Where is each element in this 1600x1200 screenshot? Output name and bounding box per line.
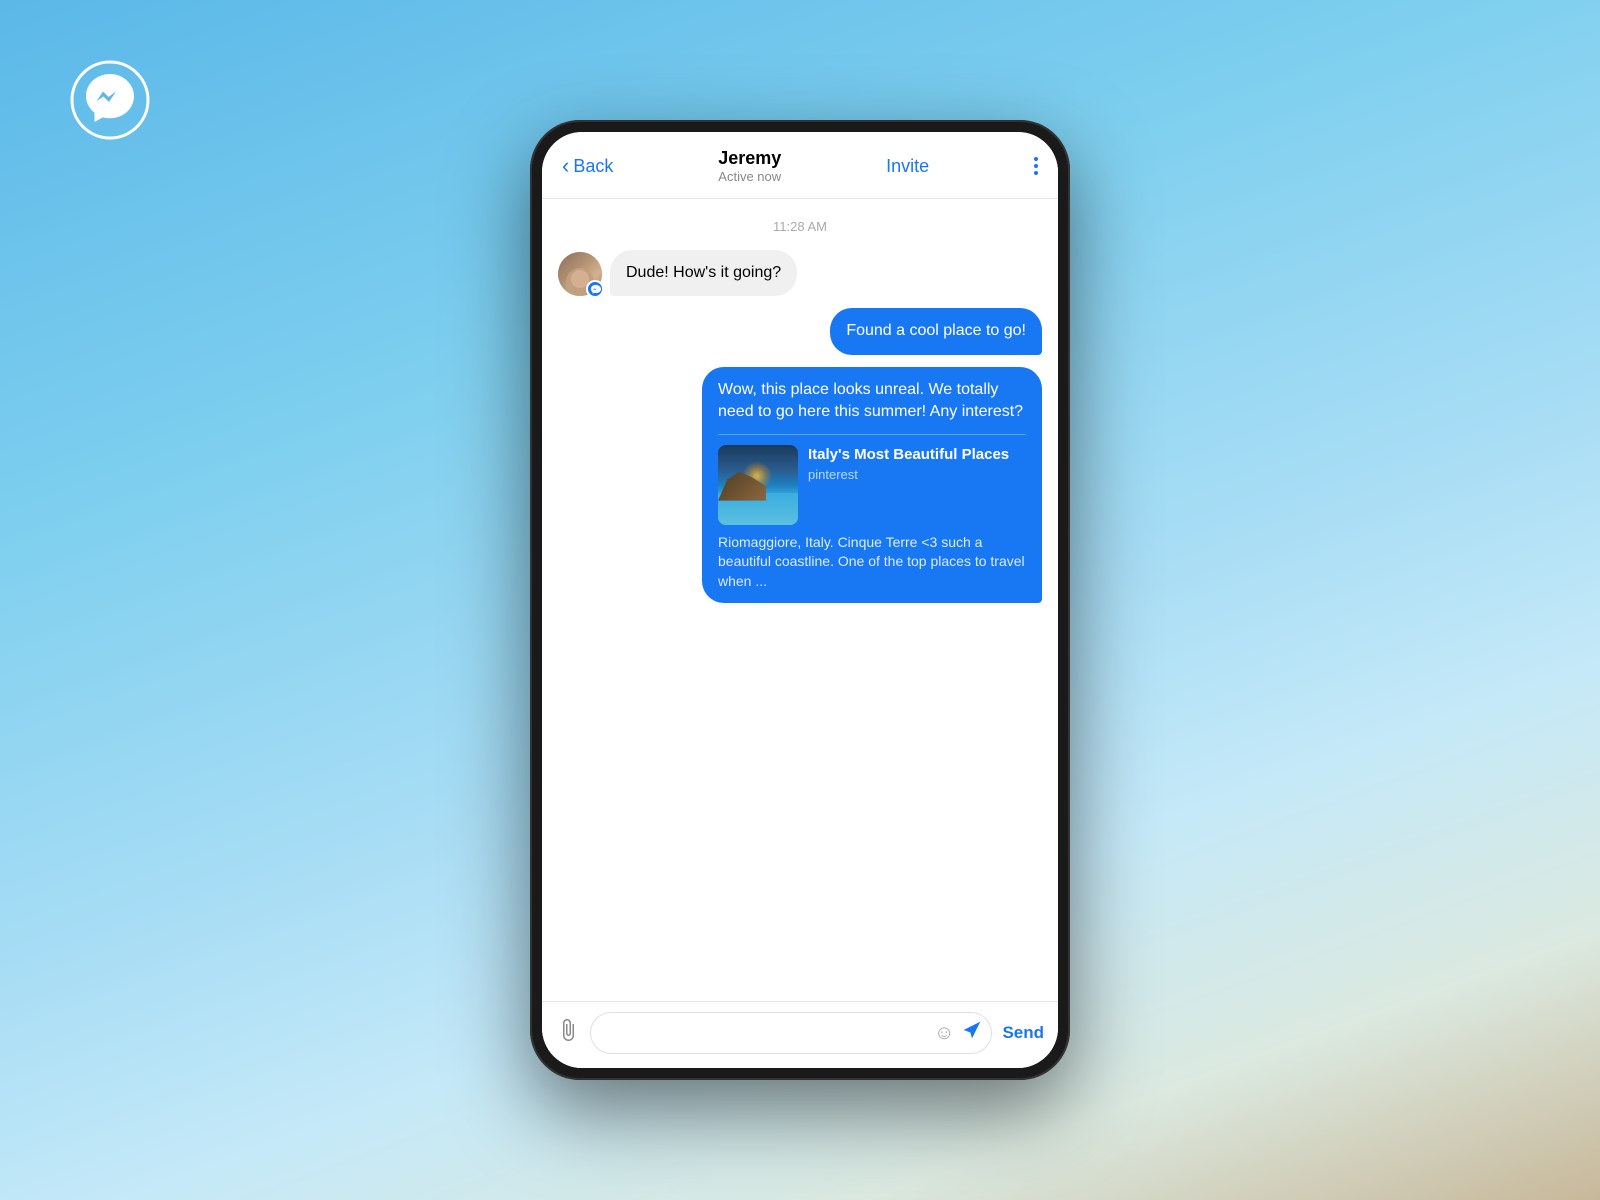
phone-frame: ‹ Back Jeremy Active now Invite 11:28 AM bbox=[530, 120, 1070, 1080]
more-dot-3 bbox=[1034, 171, 1038, 175]
outgoing-message-2-text: Wow, this place looks unreal. We totally… bbox=[718, 381, 1023, 420]
send-button[interactable]: Send bbox=[1002, 1023, 1044, 1043]
send-icon[interactable] bbox=[962, 1020, 982, 1046]
back-button[interactable]: ‹ Back bbox=[562, 155, 613, 177]
messenger-badge bbox=[586, 280, 604, 298]
message-timestamp: 11:28 AM bbox=[558, 219, 1042, 234]
avatar bbox=[558, 252, 602, 296]
rich-link-image bbox=[718, 445, 798, 525]
outgoing-message-row-1: Found a cool place to go! bbox=[558, 308, 1042, 354]
light-glow bbox=[742, 461, 772, 491]
rich-link-description: Riomaggiore, Italy. Cinque Terre <3 such… bbox=[718, 533, 1026, 592]
outgoing-bubble-1: Found a cool place to go! bbox=[830, 308, 1042, 354]
chat-header: ‹ Back Jeremy Active now Invite bbox=[542, 132, 1058, 199]
more-options-button[interactable] bbox=[1034, 157, 1038, 175]
italy-photo bbox=[718, 445, 798, 525]
input-bar: ☺ Send bbox=[542, 1001, 1058, 1068]
incoming-message-row: Dude! How's it going? bbox=[558, 250, 1042, 296]
contact-status: Active now bbox=[718, 169, 781, 184]
phone-container: ‹ Back Jeremy Active now Invite 11:28 AM bbox=[530, 120, 1070, 1080]
messenger-app-icon bbox=[70, 60, 150, 140]
back-chevron-icon: ‹ bbox=[562, 155, 569, 177]
outgoing-message-row-2: Wow, this place looks unreal. We totally… bbox=[558, 367, 1042, 604]
incoming-message-1-text: Dude! How's it going? bbox=[626, 264, 781, 281]
rich-link-card[interactable]: Italy's Most Beautiful Places pinterest bbox=[718, 434, 1026, 525]
rich-link-text-content: Italy's Most Beautiful Places pinterest bbox=[808, 445, 1026, 485]
more-dot-2 bbox=[1034, 164, 1038, 168]
message-input-wrap: ☺ bbox=[590, 1012, 992, 1054]
outgoing-bubble-2: Wow, this place looks unreal. We totally… bbox=[702, 367, 1042, 604]
rich-link-source: pinterest bbox=[808, 466, 1026, 484]
emoji-icon[interactable]: ☺ bbox=[934, 1022, 954, 1045]
input-icon-group: ☺ bbox=[934, 1020, 982, 1046]
contact-name: Jeremy bbox=[718, 148, 781, 169]
incoming-bubble-1: Dude! How's it going? bbox=[610, 250, 797, 296]
phone-screen: ‹ Back Jeremy Active now Invite 11:28 AM bbox=[542, 132, 1058, 1068]
more-dot-1 bbox=[1034, 157, 1038, 161]
attach-button[interactable] bbox=[556, 1018, 580, 1048]
message-input[interactable] bbox=[590, 1012, 992, 1054]
rich-link-title: Italy's Most Beautiful Places bbox=[808, 445, 1026, 465]
invite-button[interactable]: Invite bbox=[886, 156, 929, 177]
outgoing-message-1-text: Found a cool place to go! bbox=[846, 322, 1026, 339]
contact-info: Jeremy Active now bbox=[718, 148, 781, 184]
back-label: Back bbox=[573, 156, 613, 177]
messages-area: 11:28 AM Dude! How's it going? bbox=[542, 199, 1058, 1001]
